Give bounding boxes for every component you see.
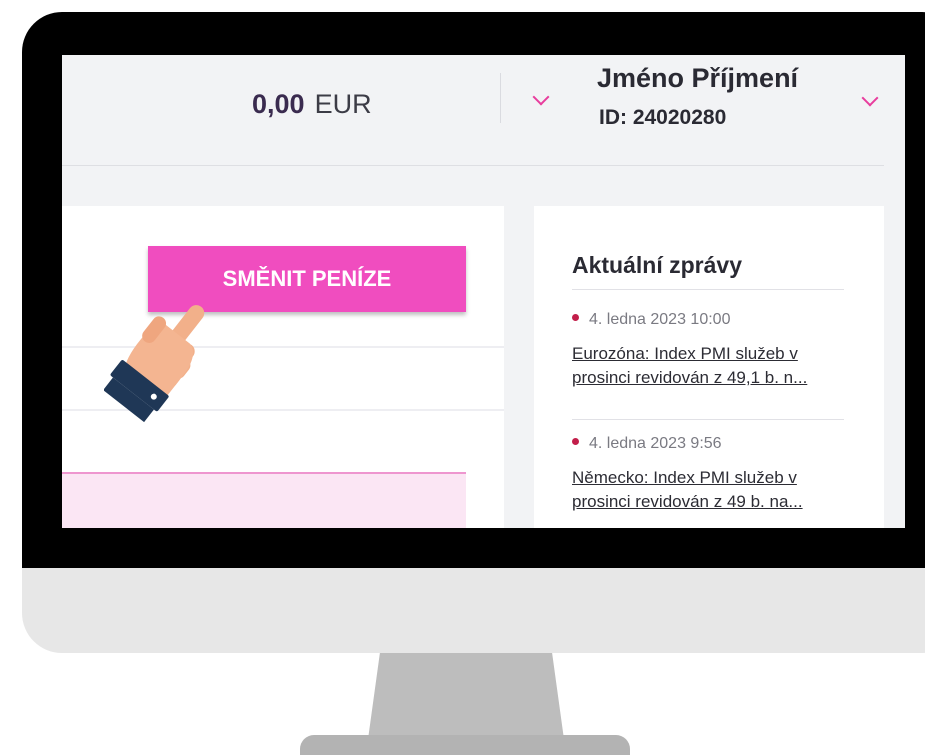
news-title: Aktuální zprávy — [572, 252, 742, 278]
news-link[interactable]: Německo: Index PMI služeb v prosinci revi… — [572, 466, 862, 514]
header-divider — [500, 73, 501, 123]
news-date: 4. ledna 2023 9:56 — [572, 432, 862, 456]
balance-currency: EUR — [314, 89, 372, 119]
chevron-down-icon[interactable] — [532, 88, 550, 106]
highlight-row — [62, 472, 466, 528]
user-id: ID: 24020280 — [599, 106, 727, 129]
pointing-hand-icon — [104, 305, 205, 423]
user-menu-chevron-down-icon[interactable] — [861, 89, 879, 107]
balance-amount: 0,00 — [252, 89, 305, 119]
bullet-dot-icon — [572, 314, 579, 322]
monitor-stand-neck — [366, 640, 566, 748]
news-panel: Aktuální zprávy 4. ledna 2023 10:00 Euro… — [534, 206, 884, 528]
header-divider-line — [62, 165, 884, 166]
news-date: 4. ledna 2023 10:00 — [572, 308, 862, 332]
user-name[interactable]: Jméno Příjmení — [597, 63, 798, 94]
news-item-divider — [572, 419, 844, 420]
app-screen: 0,00 EUR Jméno Příjmení ID: 24020280 SMĚN… — [62, 55, 905, 528]
news-title-divider — [572, 289, 844, 290]
monitor-stand-foot — [300, 735, 630, 755]
account-balance: 0,00 EUR — [252, 89, 372, 120]
news-link[interactable]: Eurozóna: Index PMI služeb v prosinci rev… — [572, 342, 862, 390]
news-item: 4. ledna 2023 9:56 Německo: Index PMI sl… — [572, 432, 862, 514]
bullet-dot-icon — [572, 438, 579, 446]
news-item: 4. ledna 2023 10:00 Eurozóna: Index PMI … — [572, 308, 862, 390]
